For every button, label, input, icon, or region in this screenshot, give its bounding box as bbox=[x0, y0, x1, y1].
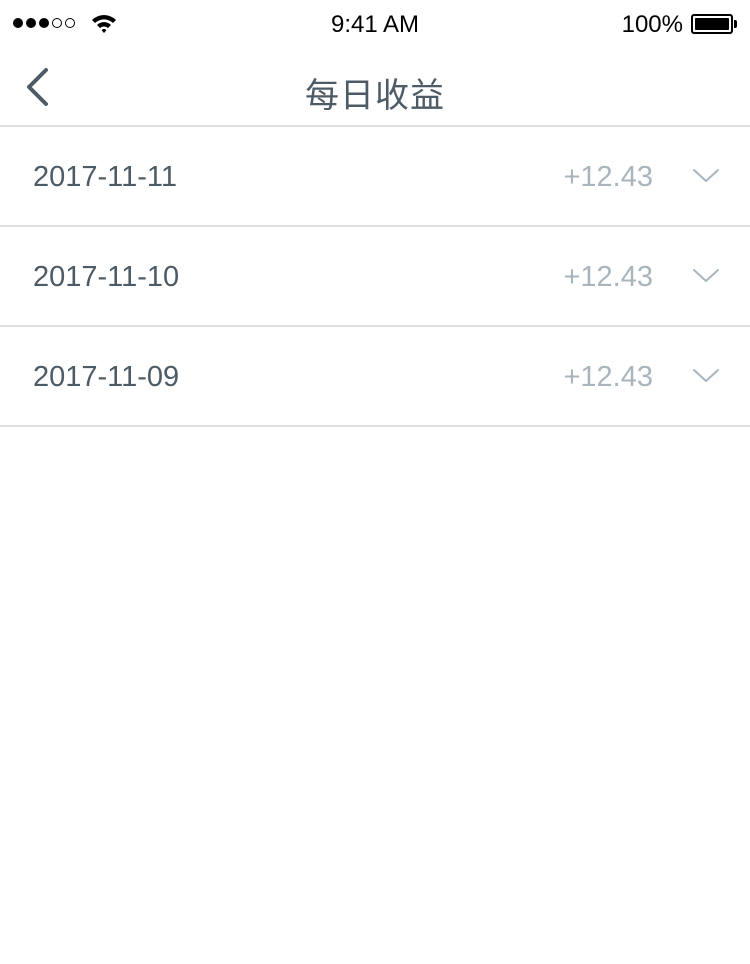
page-title: 每日收益 bbox=[305, 77, 445, 115]
chevron-down-icon[interactable] bbox=[692, 367, 720, 385]
earnings-list: 2017-11-11 +12.43 2017-11-10 +12.43 2017… bbox=[0, 127, 750, 427]
nav-bar: 每日收益 bbox=[0, 50, 750, 127]
earnings-date: 2017-11-11 bbox=[33, 161, 178, 193]
earnings-date: 2017-11-09 bbox=[33, 361, 180, 393]
earnings-row[interactable]: 2017-11-11 +12.43 bbox=[0, 127, 750, 227]
chevron-down-icon[interactable] bbox=[692, 167, 720, 185]
earnings-amount: +12.43 bbox=[563, 361, 653, 393]
battery-fill bbox=[695, 18, 729, 30]
earnings-amount: +12.43 bbox=[563, 161, 653, 193]
chevron-down-icon[interactable] bbox=[692, 267, 720, 285]
battery-percent: 100% bbox=[621, 11, 683, 38]
earnings-row[interactable]: 2017-11-10 +12.43 bbox=[0, 227, 750, 327]
status-bar: 9:41 AM 100% bbox=[0, 0, 750, 50]
earnings-amount: +12.43 bbox=[563, 261, 653, 293]
battery-icon bbox=[691, 14, 738, 34]
earnings-date: 2017-11-10 bbox=[33, 261, 180, 293]
earnings-row[interactable]: 2017-11-09 +12.43 bbox=[0, 327, 750, 427]
